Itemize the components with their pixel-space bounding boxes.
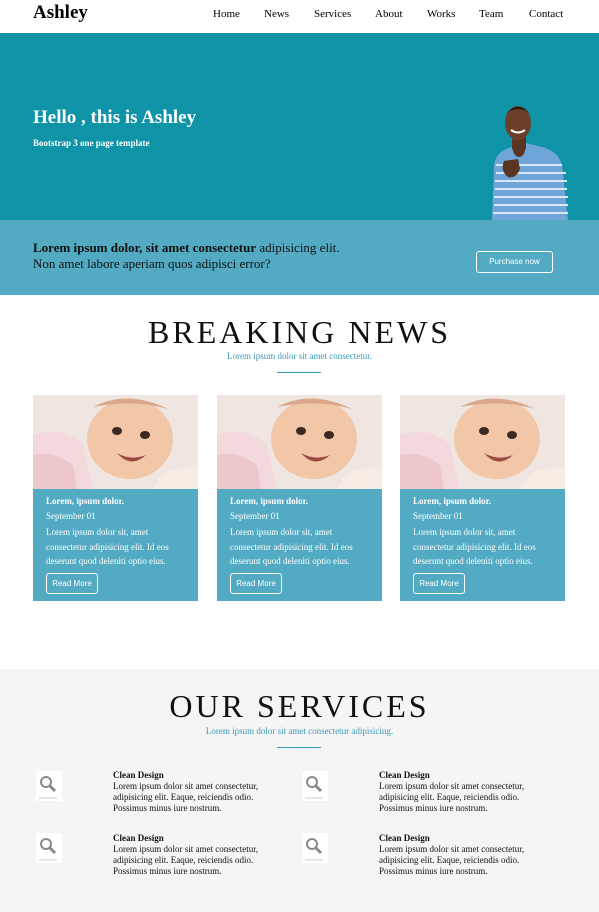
- hero-title: Hello , this is Ashley: [33, 107, 197, 128]
- news-card-body: Lorem ipsum dolor sit, amet consectetur …: [413, 527, 536, 566]
- service-title: Clean Design: [113, 770, 164, 780]
- read-more-button[interactable]: Read More: [413, 573, 465, 594]
- nav-item-news[interactable]: News: [264, 8, 289, 20]
- read-more-button[interactable]: Read More: [230, 573, 282, 594]
- news-card-body: Lorem ipsum dolor sit, amet consectetur …: [230, 527, 353, 566]
- service-body: Lorem ipsum dolor sit amet consectetur, …: [379, 844, 525, 876]
- news-card: Lorem, ipsum dolor. September 01 Lorem i…: [400, 395, 565, 601]
- news-card: Lorem, ipsum dolor. September 01 Lorem i…: [217, 395, 382, 601]
- news-card-image: [400, 395, 565, 489]
- services-section-title: OUR SERVICES: [169, 688, 430, 724]
- service-body: Lorem ipsum dolor sit amet consectetur, …: [113, 844, 259, 876]
- nav-item-works[interactable]: Works: [427, 8, 455, 20]
- nav-item-home[interactable]: Home: [213, 8, 240, 20]
- purchase-now-button[interactable]: Purchase now: [476, 251, 553, 273]
- news-card-image: [217, 395, 382, 489]
- callout-line2: Non amet labore aperiam quos adipisci er…: [33, 256, 271, 271]
- callout-bold-text: Lorem ipsum dolor, sit amet consectetur: [33, 240, 257, 255]
- news-card-body: Lorem ipsum dolor sit, amet consectetur …: [46, 527, 169, 566]
- news-card-image: [33, 395, 198, 489]
- news-divider: [277, 372, 321, 373]
- callout-text: Lorem ipsum dolor, sit amet consectetur …: [33, 240, 340, 272]
- navbar: Ashley Home News Services About Works Te…: [0, 0, 599, 33]
- news-card-date: September 01: [46, 511, 96, 521]
- callout-rest-text: adipisicing elit.: [256, 240, 340, 255]
- news-card-title: Lorem, ipsum dolor.: [230, 496, 309, 506]
- brand-logo[interactable]: Ashley: [33, 2, 88, 24]
- hero-person-image: [492, 106, 568, 220]
- nav-item-about[interactable]: About: [375, 8, 403, 20]
- hero-subtitle: Bootstrap 3 one page template: [33, 138, 150, 148]
- news-card-date: September 01: [230, 511, 280, 521]
- services-divider: [277, 747, 321, 748]
- news-card-title: Lorem, ipsum dolor.: [46, 496, 125, 506]
- nav-item-team[interactable]: Team: [479, 8, 503, 20]
- news-card-date: September 01: [413, 511, 463, 521]
- service-title: Clean Design: [113, 833, 164, 843]
- magnifier-icon: [36, 833, 62, 863]
- read-more-button[interactable]: Read More: [46, 573, 98, 594]
- magnifier-icon: [302, 833, 328, 863]
- nav-item-services[interactable]: Services: [314, 8, 351, 20]
- service-body: Lorem ipsum dolor sit amet consectetur, …: [113, 781, 259, 813]
- service-title: Clean Design: [379, 770, 430, 780]
- callout-banner: Lorem ipsum dolor, sit amet consectetur …: [0, 220, 599, 295]
- service-body: Lorem ipsum dolor sit amet consectetur, …: [379, 781, 525, 813]
- service-title: Clean Design: [379, 833, 430, 843]
- news-card: Lorem, ipsum dolor. September 01 Lorem i…: [33, 395, 198, 601]
- news-section-subtitle: Lorem ipsum dolor sit amet consectetur.: [227, 351, 372, 361]
- services-section-subtitle: Lorem ipsum dolor sit amet consectetur a…: [205, 726, 394, 736]
- news-card-title: Lorem, ipsum dolor.: [413, 496, 492, 506]
- magnifier-icon: [36, 771, 62, 801]
- hero-section: Hello , this is Ashley Bootstrap 3 one p…: [0, 33, 599, 220]
- nav-item-contact[interactable]: Contact: [529, 8, 563, 20]
- news-section-title: BREAKING NEWS: [148, 314, 451, 350]
- magnifier-icon: [302, 771, 328, 801]
